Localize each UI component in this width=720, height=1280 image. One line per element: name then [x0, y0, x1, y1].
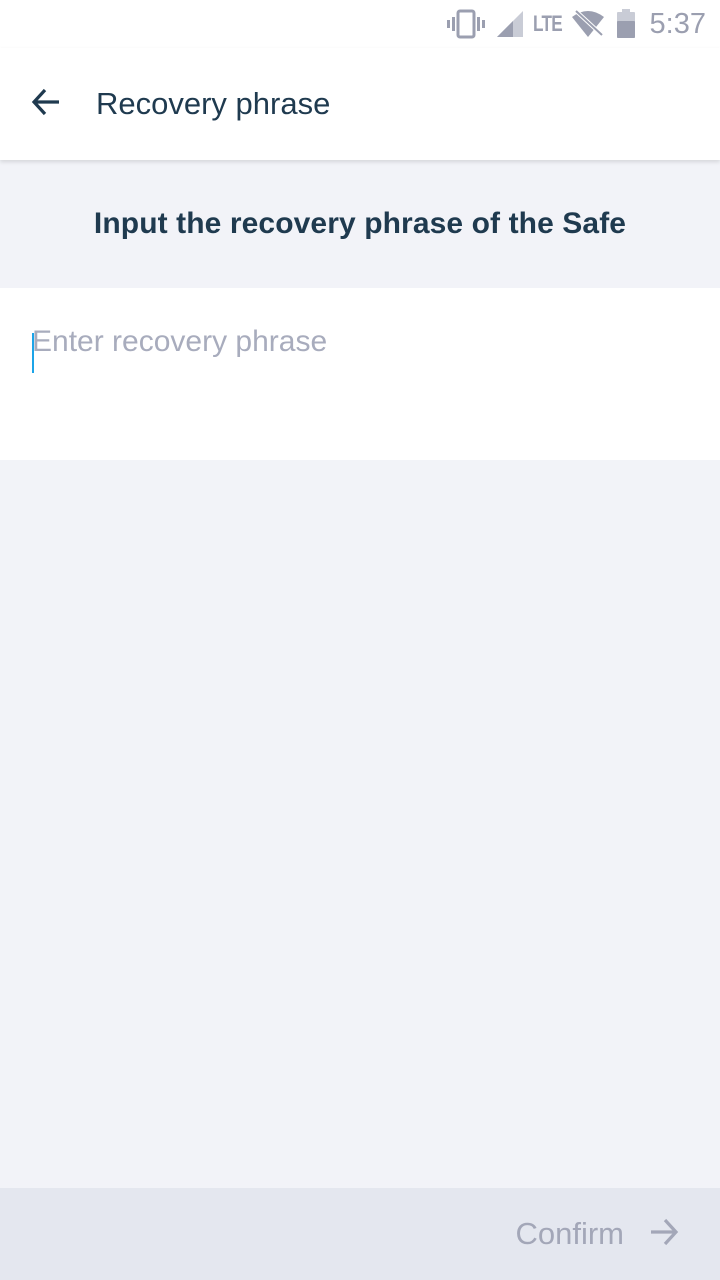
arrow-right-icon	[648, 1216, 680, 1253]
arrow-left-icon	[30, 86, 62, 123]
back-button[interactable]	[18, 76, 74, 132]
cell-signal-icon	[495, 9, 525, 39]
recovery-phrase-input[interactable]	[32, 322, 688, 362]
bottom-bar: Confirm	[0, 1188, 720, 1280]
vibrate-icon	[446, 9, 485, 39]
status-icons: LTE 5:37	[446, 0, 706, 48]
wifi-off-icon	[570, 9, 606, 39]
network-type: LTE	[532, 11, 563, 36]
status-bar: LTE 5:37	[0, 0, 720, 48]
confirm-button[interactable]: Confirm	[515, 1188, 680, 1280]
battery-icon	[616, 9, 636, 39]
app-bar: Recovery phrase	[0, 48, 720, 160]
clock: 5:37	[649, 7, 706, 40]
confirm-label: Confirm	[515, 1216, 624, 1251]
recovery-phrase-card	[0, 288, 720, 460]
text-caret	[32, 333, 34, 373]
page-title: Recovery phrase	[96, 86, 331, 121]
instruction-text: Input the recovery phrase of the Safe	[93, 207, 627, 240]
instruction-header: Input the recovery phrase of the Safe	[0, 160, 720, 288]
